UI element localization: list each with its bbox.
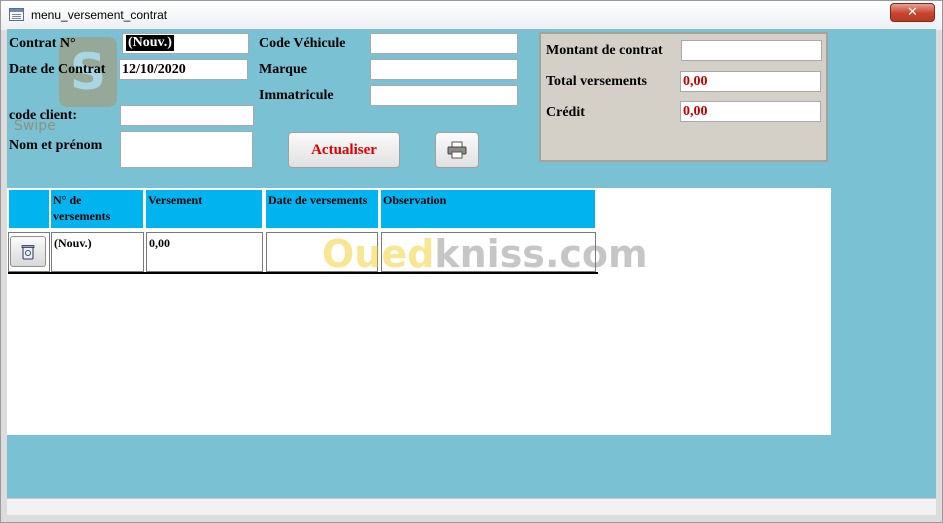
status-strip bbox=[7, 498, 936, 515]
actualiser-button[interactable]: Actualiser bbox=[288, 132, 400, 168]
watermark-brand-a: Oued bbox=[322, 232, 435, 276]
credit-label: Crédit bbox=[546, 105, 585, 120]
trash-icon bbox=[21, 245, 35, 260]
total-versements-field[interactable]: 0,00 bbox=[680, 71, 821, 92]
marque-field[interactable] bbox=[370, 59, 518, 80]
watermark-brand-c: .com bbox=[544, 232, 648, 276]
credit-field[interactable]: 0,00 bbox=[680, 101, 821, 122]
print-button[interactable] bbox=[435, 132, 479, 168]
watermark-brand-b: kniss bbox=[434, 232, 545, 276]
window-title: menu_versement_contrat bbox=[31, 8, 168, 22]
title-bar: menu_versement_contrat ✕ bbox=[1, 1, 942, 30]
delete-row-button[interactable] bbox=[10, 236, 46, 267]
column-header-date[interactable]: Date de versements bbox=[265, 189, 379, 229]
nom-prenom-label: Nom et prénom bbox=[9, 138, 103, 153]
table-cell-versement[interactable]: 0,00 bbox=[146, 232, 263, 272]
watermark-text: Ouedkniss.com bbox=[322, 232, 648, 276]
date-contrat-label: Date de Contrat bbox=[9, 62, 106, 77]
contrat-no-value[interactable]: (Nouv.) bbox=[126, 35, 174, 51]
total-versements-label: Total versements bbox=[546, 74, 647, 89]
marque-label: Marque bbox=[259, 62, 307, 77]
nom-prenom-field[interactable] bbox=[120, 131, 253, 168]
immatricule-label: Immatricule bbox=[259, 88, 334, 103]
code-client-field[interactable] bbox=[120, 105, 254, 126]
immatricule-field[interactable] bbox=[370, 85, 518, 106]
form-icon bbox=[9, 8, 24, 21]
table-cell-no[interactable]: (Nouv.) bbox=[51, 232, 144, 272]
code-client-label: code client: bbox=[9, 108, 78, 123]
montant-label: Montant de contrat bbox=[546, 43, 663, 58]
row-selector-header bbox=[8, 189, 50, 229]
code-vehicule-field[interactable] bbox=[370, 33, 518, 54]
code-vehicule-label: Code Véhicule bbox=[259, 36, 346, 51]
montant-field[interactable] bbox=[681, 40, 822, 61]
date-contrat-field[interactable]: 12/10/2020 bbox=[119, 59, 248, 80]
column-header-no-versements[interactable]: N° de versements bbox=[50, 189, 144, 229]
contrat-no-label: Contrat N° bbox=[9, 36, 76, 51]
column-header-observation[interactable]: Observation bbox=[380, 189, 596, 229]
close-button[interactable]: ✕ bbox=[890, 3, 935, 22]
column-header-versement[interactable]: Versement bbox=[145, 189, 263, 229]
printer-icon bbox=[447, 141, 467, 159]
